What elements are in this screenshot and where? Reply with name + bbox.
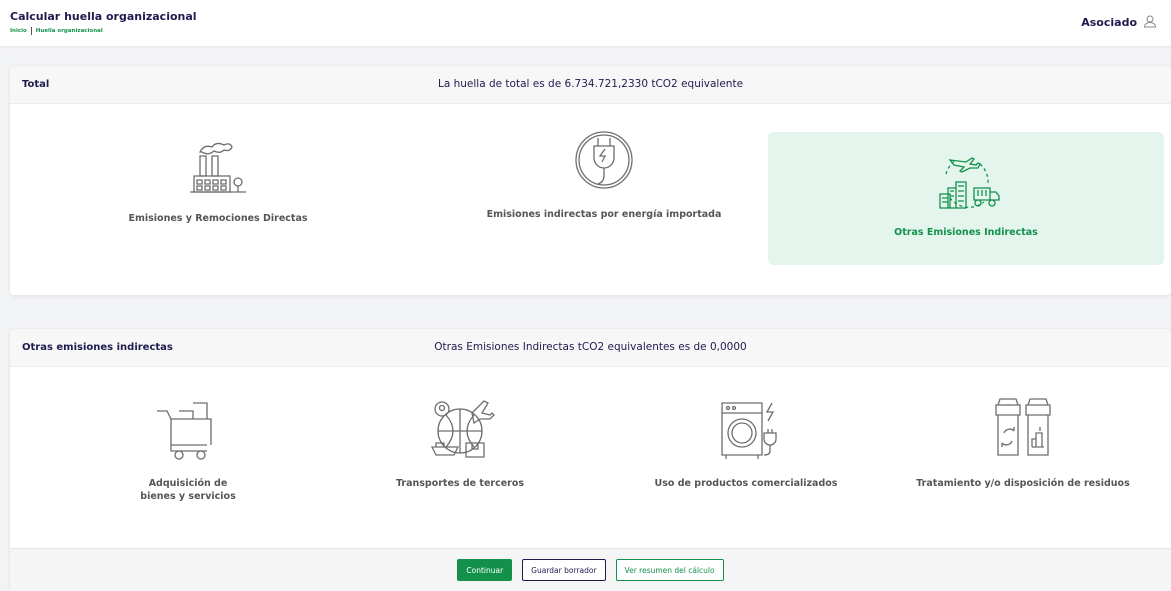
breadcrumb-separator (30, 27, 32, 35)
breadcrumb-huella[interactable]: Huella organizacional (36, 28, 103, 34)
action-bar: Continuar Guardar borrador Ver resumen d… (10, 548, 1171, 591)
tile-tratamiento-residuos[interactable]: Tratamiento y/o disposición de residuos (888, 395, 1158, 515)
tile-label: Emisiones y Remociones Directas (128, 213, 308, 224)
total-summary: La huella de total es de 6.734.721,2330 … (437, 78, 744, 90)
page-title: Calcular huella organizacional (10, 10, 197, 23)
continue-button[interactable]: Continuar (457, 559, 513, 581)
save-draft-button[interactable]: Guardar borrador (522, 559, 606, 581)
tile-label: Adquisición de bienes y servicios (140, 478, 236, 503)
user-icon (1143, 14, 1157, 31)
washing-machine-icon (706, 395, 786, 465)
breadcrumb: Inicio Huella organizacional (10, 27, 103, 35)
power-plug-icon (572, 128, 636, 192)
otras-card-header: Otras emisiones indirectas Otras Emision… (10, 329, 1171, 367)
total-card-header: Total La huella de total es de 6.734.721… (10, 66, 1171, 104)
tile-label: Transportes de terceros (395, 478, 525, 489)
tile-otras-indirectas[interactable]: Otras Emisiones Indirectas (768, 132, 1164, 265)
user-menu[interactable]: Asociado (1081, 14, 1157, 31)
tile-uso-productos[interactable]: Uso de productos comercializados (626, 395, 866, 515)
recycling-bins-icon (988, 395, 1058, 465)
tile-label: Uso de productos comercializados (654, 478, 838, 489)
view-summary-button[interactable]: Ver resumen del cálculo (615, 559, 724, 581)
transport-buildings-icon (928, 148, 1004, 214)
tile-label: Otras Emisiones Indirectas (894, 227, 1038, 238)
tile-energia-importada[interactable]: Emisiones indirectas por energía importa… (424, 128, 784, 248)
total-card: Total La huella de total es de 6.734.721… (10, 66, 1171, 295)
otras-summary: Otras Emisiones Indirectas tCO2 equivale… (434, 341, 747, 353)
tile-emisiones-directas[interactable]: Emisiones y Remociones Directas (38, 132, 398, 252)
global-transport-icon (420, 395, 500, 465)
breadcrumb-inicio[interactable]: Inicio (10, 28, 27, 34)
tile-label: Emisiones indirectas por energía importa… (486, 209, 722, 220)
shopping-cart-icon (153, 395, 223, 465)
tile-adquisicion-bienes[interactable]: Adquisición de bienes y servicios (98, 395, 278, 515)
factory-icon (186, 132, 250, 196)
user-label: Asociado (1081, 16, 1137, 29)
tile-transportes-terceros[interactable]: Transportes de terceros (340, 395, 580, 515)
tile-label: Tratamiento y/o disposición de residuos (916, 478, 1130, 489)
top-bar: Calcular huella organizacional Inicio Hu… (0, 0, 1171, 46)
